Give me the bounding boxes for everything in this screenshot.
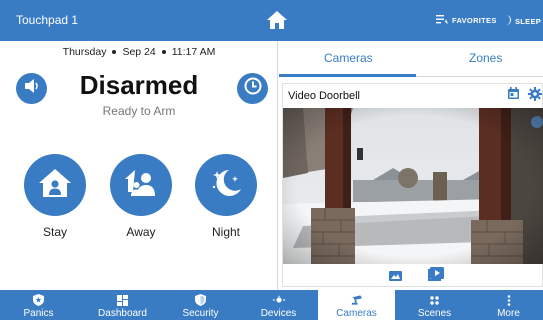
stay-label: Stay <box>42 225 67 239</box>
moon-icon <box>503 15 511 27</box>
arming-status: Disarmed <box>79 70 199 100</box>
tab-zones[interactable]: Zones <box>469 51 502 65</box>
tab-cameras[interactable]: Cameras <box>324 51 373 65</box>
nav-cameras[interactable]: Cameras <box>318 290 395 320</box>
calendar-icon[interactable] <box>507 87 520 105</box>
nav-more[interactable]: More <box>474 290 543 320</box>
house-people-away-icon <box>123 168 159 203</box>
favorites-button[interactable]: FAVORITES <box>436 15 497 26</box>
more-vertical-icon <box>503 294 515 306</box>
arm-stay-button[interactable]: Stay <box>24 154 86 239</box>
day-text: Thursday <box>62 46 107 58</box>
video-clips-icon[interactable] <box>428 267 444 286</box>
date-time: Thursday Sep 24 11:17 AM <box>0 46 278 58</box>
cameras-panel: Cameras Zones Video Doorbell <box>279 41 543 290</box>
bulb-dots-icon <box>272 294 285 306</box>
bottom-nav: Panics Dashboard Security Devices Camera… <box>0 290 543 320</box>
nav-more-label: More <box>497 308 520 319</box>
shield-star-icon <box>33 294 45 306</box>
home-icon[interactable] <box>265 9 289 31</box>
date-text: Sep 24 <box>122 46 156 58</box>
gear-icon[interactable] <box>528 87 542 106</box>
nav-panics-label: Panics <box>23 308 54 319</box>
top-bar: Touchpad 1 FAVORITES SLEEP <box>0 0 543 41</box>
arm-night-button[interactable]: Night <box>195 154 257 239</box>
nav-cameras-label: Cameras <box>336 308 377 319</box>
shield-icon <box>195 294 207 306</box>
separator-dot <box>112 50 117 55</box>
nav-dashboard-label: Dashboard <box>98 308 147 319</box>
camera-feed[interactable] <box>283 108 543 264</box>
time-text: 11:17 AM <box>171 46 216 58</box>
touchpad-title: Touchpad 1 <box>16 13 79 27</box>
away-icon-circle <box>110 154 172 216</box>
nav-scenes[interactable]: Scenes <box>396 290 473 320</box>
nav-scenes-label: Scenes <box>417 308 452 319</box>
nav-dashboard[interactable]: Dashboard <box>84 290 161 320</box>
moon-stars-icon <box>208 167 244 204</box>
away-label: Away <box>126 225 156 239</box>
nav-security[interactable]: Security <box>162 290 239 320</box>
grid-icon <box>117 294 129 306</box>
cctv-icon <box>351 294 363 306</box>
scenes-icon <box>429 294 441 306</box>
house-person-icon <box>38 168 72 203</box>
arming-substatus: Ready to Arm <box>102 104 176 118</box>
nav-devices-label: Devices <box>260 308 297 319</box>
night-label: Night <box>211 225 240 239</box>
arm-away-button[interactable]: Away <box>110 154 172 239</box>
nav-panics[interactable]: Panics <box>0 290 77 320</box>
nav-devices[interactable]: Devices <box>240 290 317 320</box>
stay-icon-circle <box>24 154 86 216</box>
sleep-label: SLEEP <box>515 16 542 26</box>
sleep-button[interactable]: SLEEP <box>503 15 541 27</box>
security-panel: Thursday Sep 24 11:17 AM Disarmed Ready to… <box>0 41 278 290</box>
favorites-icon <box>436 15 448 26</box>
night-icon-circle <box>195 154 257 216</box>
camera-tabs: Cameras Zones <box>279 41 543 77</box>
snapshot-icon[interactable] <box>389 268 402 286</box>
favorites-label: FAVORITES <box>452 16 497 25</box>
active-tab-indicator <box>279 74 416 77</box>
camera-card: Video Doorbell <box>282 83 543 287</box>
separator-dot <box>161 50 166 55</box>
nav-security-label: Security <box>182 308 219 319</box>
camera-name: Video Doorbell <box>288 90 360 102</box>
